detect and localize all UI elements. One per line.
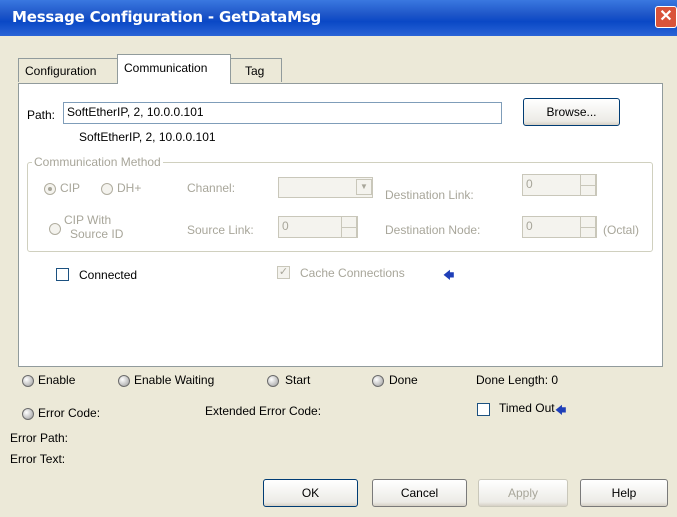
dest-node-label: Destination Node:	[385, 223, 481, 237]
source-link-label: Source Link:	[187, 223, 254, 237]
tab-tag-label: Tag	[245, 64, 265, 78]
help-button[interactable]: Help	[580, 479, 668, 507]
communication-panel: Path: SoftEtherIP, 2, 10.0.0.101 Browse.…	[18, 83, 663, 367]
apply-button[interactable]: Apply	[478, 479, 568, 507]
cip-source-id-label: CIP With Source ID	[64, 213, 123, 241]
octal-label: (Octal)	[603, 223, 639, 237]
source-link-spinner[interactable]	[341, 216, 357, 238]
start-indicator-icon	[267, 375, 279, 387]
window-title: Message Configuration - GetDataMsg	[12, 8, 322, 26]
cip-source-id-label-line1: CIP With	[64, 213, 112, 227]
start-label: Start	[285, 373, 311, 387]
tab-communication[interactable]: Communication	[117, 54, 231, 84]
connected-checkbox[interactable]	[56, 268, 69, 281]
timed-out-label: Timed Out	[499, 401, 555, 415]
chevron-down-icon: ▼	[360, 182, 368, 191]
cip-source-id-label-line2: Source ID	[70, 227, 124, 241]
channel-dropdown-button[interactable]: ▼	[356, 179, 372, 195]
browse-button[interactable]: Browse...	[523, 98, 620, 126]
message-configuration-dialog: Message Configuration - GetDataMsg ✕ Con…	[0, 0, 677, 517]
cip-source-id-radio[interactable]	[49, 223, 61, 235]
error-path-label: Error Path:	[10, 431, 69, 445]
tab-tag[interactable]: Tag	[230, 58, 282, 82]
close-icon: ✕	[659, 8, 673, 25]
enable-waiting-label: Enable Waiting	[134, 373, 215, 387]
dhplus-radio[interactable]	[101, 183, 113, 195]
cip-radio[interactable]	[44, 183, 56, 195]
cache-connections-arrow-icon: 🡄	[443, 270, 455, 282]
tab-communication-label: Communication	[124, 61, 208, 75]
resolved-path: SoftEtherIP, 2, 10.0.0.101	[79, 130, 216, 144]
cip-label: CIP	[60, 181, 81, 195]
cache-connections-label: Cache Connections	[300, 266, 405, 280]
enable-label: Enable	[38, 373, 76, 387]
done-length: Done Length: 0	[476, 373, 559, 387]
error-text-label: Error Text:	[10, 452, 66, 466]
cancel-button[interactable]: Cancel	[372, 479, 467, 507]
title-bar[interactable]: Message Configuration - GetDataMsg ✕	[0, 0, 677, 36]
enable-waiting-indicator-icon	[118, 375, 130, 387]
timed-out-arrow-icon: 🡄	[555, 405, 567, 417]
dest-link-spinner[interactable]	[580, 174, 596, 196]
tab-configuration-label: Configuration	[25, 64, 97, 78]
path-input[interactable]: SoftEtherIP, 2, 10.0.0.101	[63, 102, 502, 124]
tab-configuration[interactable]: Configuration	[18, 58, 118, 82]
cache-connections-checkbox[interactable]: ✓	[277, 266, 290, 279]
communication-method-title: Communication Method	[32, 155, 163, 169]
error-code-label: Error Code:	[38, 406, 101, 420]
extended-error-code-label: Extended Error Code:	[205, 404, 322, 418]
dest-link-label: Destination Link:	[385, 188, 474, 202]
ok-button[interactable]: OK	[263, 479, 358, 507]
dhplus-label: DH+	[117, 181, 142, 195]
channel-label: Channel:	[187, 181, 236, 195]
timed-out-checkbox[interactable]	[477, 403, 490, 416]
error-code-indicator-icon	[22, 408, 34, 420]
done-label: Done	[389, 373, 418, 387]
checkmark-icon: ✓	[278, 266, 289, 278]
connected-label: Connected	[79, 268, 138, 282]
done-indicator-icon	[372, 375, 384, 387]
path-label: Path:	[27, 108, 56, 122]
dest-node-spinner[interactable]	[580, 216, 596, 238]
close-button[interactable]: ✕	[655, 6, 677, 28]
enable-indicator-icon	[22, 375, 34, 387]
